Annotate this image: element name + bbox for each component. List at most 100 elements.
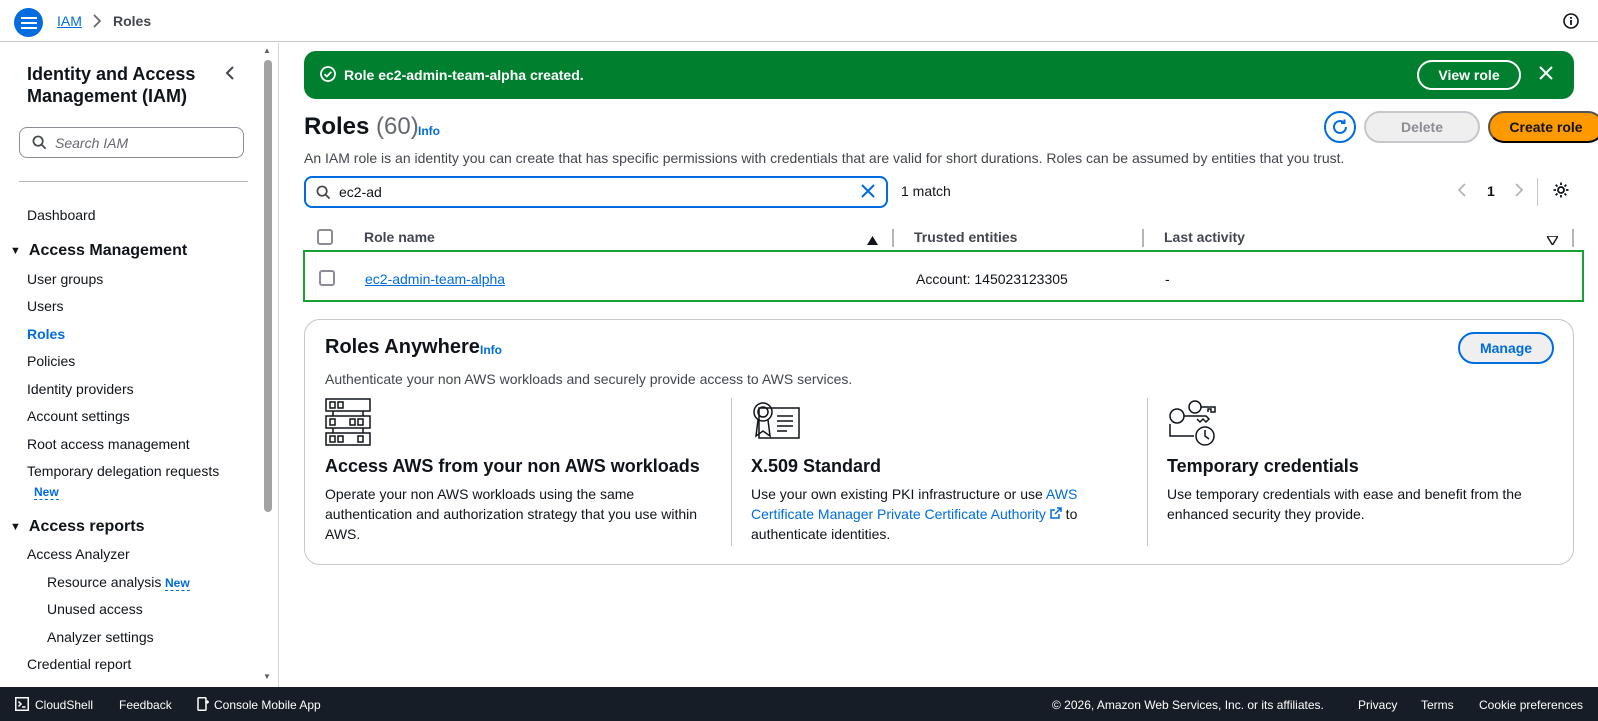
clear-filter-button[interactable] (860, 183, 876, 202)
column-header-last-activity[interactable]: Last activity (1164, 229, 1245, 245)
previous-page-button[interactable] (1457, 183, 1467, 200)
side-navigation: Identity and Access Management (IAM) Das… (0, 43, 262, 687)
external-link-icon[interactable] (1050, 507, 1062, 519)
feature-title: Access AWS from your non AWS workloads (325, 456, 700, 476)
sidebar-item-root-access-management[interactable]: Root access management (27, 436, 190, 452)
sort-indicator-icon[interactable] (1545, 232, 1560, 248)
caret-down-icon: ▼ (10, 245, 21, 257)
caret-down-icon: ▼ (10, 521, 21, 533)
copyright: © 2026, Amazon Web Services, Inc. or its… (1052, 698, 1324, 712)
sidebar-search[interactable] (19, 127, 244, 158)
feature-text: Operate your non AWS workloads using the… (325, 486, 698, 542)
terms-link[interactable]: Terms (1421, 698, 1454, 712)
sidebar-border (278, 43, 279, 687)
column-header-role-name[interactable]: Role name (364, 229, 435, 245)
pagination-divider (1537, 178, 1538, 206)
collapse-sidebar-button[interactable] (225, 65, 235, 84)
info-panel-icon[interactable] (1563, 13, 1579, 32)
privacy-link[interactable]: Privacy (1358, 698, 1397, 712)
cloudshell-icon[interactable] (15, 697, 29, 714)
role-name-link[interactable]: ec2-admin-team-alpha (365, 271, 505, 287)
sidebar-item-credential-report[interactable]: Credential report (27, 656, 131, 672)
scroll-up-arrow[interactable]: ▲ (263, 46, 271, 55)
sidebar-item-analyzer-settings[interactable]: Analyzer settings (47, 629, 154, 645)
sidebar-item-temporary-delegation-requests[interactable]: Temporary delegation requests (27, 463, 219, 479)
roles-info-link[interactable]: Info (418, 124, 440, 138)
search-icon (32, 135, 47, 150)
breadcrumb-iam[interactable]: IAM (57, 13, 82, 29)
sidebar-item-users[interactable]: Users (27, 298, 64, 314)
sidebar-item-account-settings[interactable]: Account settings (27, 408, 130, 424)
roles-filter-input[interactable] (339, 184, 839, 200)
chevron-right-icon (92, 14, 102, 31)
new-badge[interactable]: New (165, 576, 190, 591)
page-title: Roles (60) (304, 113, 419, 141)
scroll-down-arrow[interactable]: ▼ (263, 672, 271, 681)
cookie-preferences-link[interactable]: Cookie preferences (1479, 698, 1583, 712)
table-preferences-button[interactable] (1552, 181, 1570, 202)
feature-text: Use temporary credentials with ease and … (1167, 486, 1522, 522)
feature-text: Use your own existing PKI infrastructure… (751, 484, 1131, 544)
sidebar-search-input[interactable] (55, 134, 235, 151)
feature-x509: X.509 Standard Use your own existing PKI… (751, 398, 1131, 544)
column-header-trusted-entities[interactable]: Trusted entities (914, 229, 1017, 245)
feature-temporary-credentials: Temporary credentials Use temporary cred… (1167, 398, 1547, 524)
roles-anywhere-title: Roles Anywhere (325, 336, 480, 358)
hamburger-menu-button[interactable] (14, 8, 43, 37)
sidebar-item-user-groups[interactable]: User groups (27, 271, 103, 287)
search-icon (316, 185, 331, 199)
column-resizer[interactable] (1142, 229, 1144, 247)
next-page-button[interactable] (1514, 183, 1524, 200)
sidebar-divider (19, 181, 248, 182)
create-role-button[interactable]: Create role (1488, 111, 1598, 143)
certificate-icon (751, 398, 1131, 452)
flash-message: Role ec2-admin-team-alpha created. (344, 67, 584, 83)
select-all-checkbox[interactable] (317, 229, 333, 245)
roles-count: (60) (376, 113, 419, 140)
column-resizer[interactable] (1572, 229, 1574, 247)
table-row[interactable]: ec2-admin-team-alpha Account: 1450231233… (303, 250, 1584, 302)
gear-icon (1553, 182, 1569, 198)
sidebar-section-access-reports[interactable]: ▼ Access reports (10, 518, 145, 536)
trusted-entities-cell: Account: 145023123305 (916, 271, 1068, 287)
close-icon (1539, 66, 1553, 80)
mobile-phone-icon[interactable] (197, 697, 210, 714)
sort-ascending-icon[interactable] (867, 232, 878, 248)
column-resizer[interactable] (892, 229, 894, 247)
delete-button[interactable]: Delete (1364, 111, 1480, 143)
roles-description: An IAM role is an identity you can creat… (304, 150, 1345, 166)
roles-anywhere-info-link[interactable]: Info (480, 343, 502, 357)
sidebar-title: Identity and Access Management (IAM) (27, 64, 196, 106)
sidebar-scrollbar-thumb[interactable] (264, 60, 272, 512)
roles-anywhere-panel: Roles Anywhere Info Manage Authenticate … (304, 319, 1574, 565)
dismiss-flash-button[interactable] (1538, 65, 1554, 84)
manage-button[interactable]: Manage (1458, 332, 1554, 364)
section-label: Access reports (28, 518, 145, 535)
breadcrumb-current: Roles (113, 13, 152, 29)
sidebar-item-roles[interactable]: Roles (27, 326, 65, 342)
feedback-link[interactable]: Feedback (119, 698, 172, 712)
console-mobile-app-link[interactable]: Console Mobile App (214, 698, 321, 712)
refresh-button[interactable] (1324, 111, 1356, 143)
new-badge[interactable]: New (34, 485, 59, 500)
sidebar-item-identity-providers[interactable]: Identity providers (27, 381, 134, 397)
sidebar-item-resource-analysis[interactable]: Resource analysis (47, 574, 161, 590)
view-role-button[interactable]: View role (1417, 60, 1521, 90)
cloudshell-link[interactable]: CloudShell (35, 698, 93, 712)
sidebar-section-access-management[interactable]: ▼ Access Management (10, 242, 187, 260)
page-number[interactable]: 1 (1487, 183, 1495, 199)
roles-title-text: Roles (304, 113, 370, 140)
sidebar-item-unused-access[interactable]: Unused access (47, 601, 143, 617)
feature-text-before: Use your own existing PKI infrastructure… (751, 486, 1046, 502)
server-rack-icon (325, 398, 705, 452)
chevron-left-icon (225, 66, 234, 80)
sidebar-item-policies[interactable]: Policies (27, 353, 75, 369)
console-footer: CloudShell Feedback Console Mobile App ©… (0, 687, 1598, 721)
feature-title: X.509 Standard (751, 456, 882, 476)
sidebar-item-dashboard[interactable]: Dashboard (27, 207, 96, 223)
section-label: Access Management (28, 242, 188, 259)
top-navigation: IAM Roles (0, 0, 1598, 42)
roles-filter[interactable] (304, 176, 888, 208)
row-checkbox[interactable] (319, 270, 335, 286)
sidebar-item-access-analyzer[interactable]: Access Analyzer (27, 546, 130, 562)
